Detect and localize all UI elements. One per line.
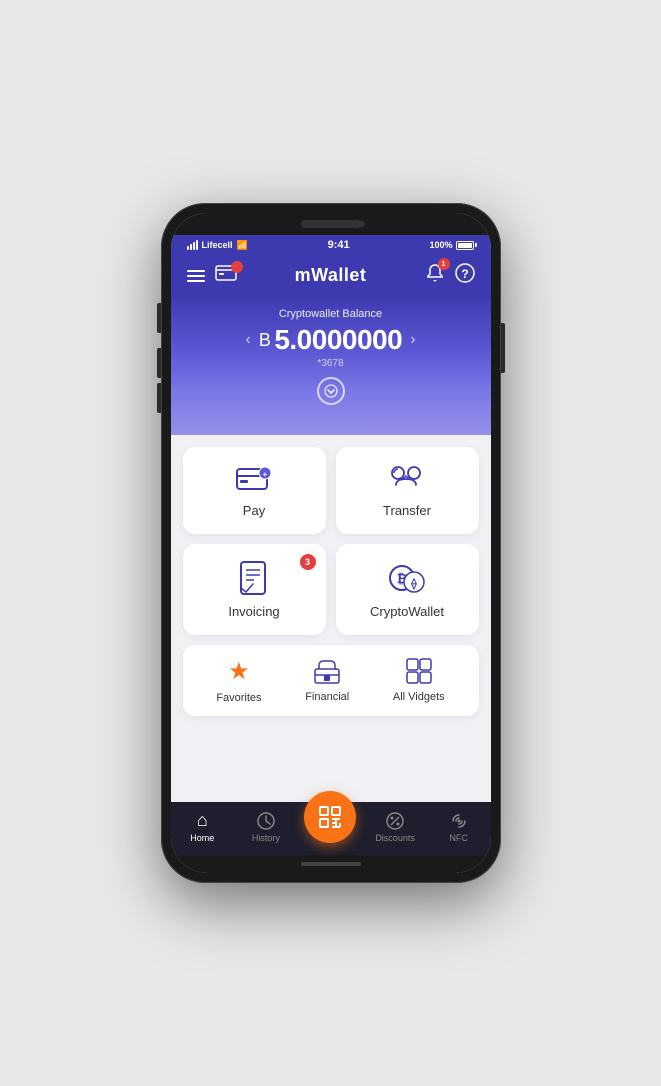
expand-button[interactable] <box>317 377 345 405</box>
expand-svg <box>324 384 338 398</box>
all-vidgets-label: All Vidgets <box>393 691 445 703</box>
app-title: mWallet <box>295 265 367 286</box>
phone-screen: Lifecell 📶 9:41 100% <box>171 213 491 873</box>
phone-notch <box>171 213 491 235</box>
invoicing-icon <box>239 560 269 596</box>
discounts-label: Discounts <box>375 833 415 843</box>
balance-currency: B <box>259 330 271 351</box>
nav-history[interactable]: History <box>241 811 291 843</box>
home-indicator <box>301 862 361 866</box>
invoicing-label: Invoicing <box>228 604 279 619</box>
wifi-icon: 📶 <box>237 240 248 251</box>
signal-bar-2 <box>190 244 192 250</box>
balance-section: Cryptowallet Balance ‹ B 5.0000000 › *36… <box>171 296 491 435</box>
favorites-icon: ★ <box>228 657 250 686</box>
nav-home[interactable]: ⌂ Home <box>177 810 227 843</box>
notification-button[interactable]: 1 <box>425 263 445 288</box>
all-vidgets-icon <box>405 657 433 685</box>
discounts-icon <box>385 811 405 831</box>
status-left: Lifecell 📶 <box>187 240 248 251</box>
cryptowallet-icon: ₿ ⟠ <box>388 560 426 596</box>
battery-icon <box>456 241 474 250</box>
hamburger-menu[interactable] <box>187 270 205 282</box>
signal-bar-3 <box>193 242 195 250</box>
hamburger-line-1 <box>187 270 205 272</box>
svg-text:?: ? <box>461 267 468 281</box>
signal-bars <box>187 240 198 250</box>
home-icon: ⌂ <box>197 810 208 831</box>
invoicing-badge: 3 <box>300 554 316 570</box>
financial-widget[interactable]: Financial <box>305 657 349 704</box>
balance-prev-arrow[interactable]: ‹ <box>245 331 250 349</box>
app-header: mWallet 1 ? <box>171 255 491 296</box>
nfc-icon <box>449 811 469 831</box>
svg-text:+: + <box>263 470 268 479</box>
header-right: 1 ? <box>425 263 475 288</box>
transfer-label: Transfer <box>383 503 431 518</box>
nav-discounts[interactable]: Discounts <box>370 811 420 843</box>
header-left <box>187 265 237 286</box>
hamburger-line-3 <box>187 280 205 282</box>
invoicing-card[interactable]: 3 Invoicing <box>183 544 326 635</box>
balance-value: 5.0000000 <box>274 324 402 356</box>
notification-badge: 1 <box>438 258 450 270</box>
battery-label: 100% <box>429 240 452 250</box>
pay-icon: + <box>235 463 273 495</box>
pay-card[interactable]: + Pay <box>183 447 326 534</box>
cryptowallet-card[interactable]: ₿ ⟠ CryptoWallet <box>336 544 479 635</box>
pay-label: Pay <box>243 503 265 518</box>
svg-text:⟠: ⟠ <box>410 577 417 591</box>
action-grid: + Pay Transfer 3 <box>183 447 479 635</box>
card-icon-button[interactable] <box>215 265 237 286</box>
nav-nfc[interactable]: NFC <box>434 811 484 843</box>
signal-bar-4 <box>196 240 198 250</box>
financial-icon <box>313 657 341 685</box>
favorites-widget[interactable]: ★ Favorites <box>216 657 261 704</box>
favorites-label: Favorites <box>216 692 261 704</box>
carrier-label: Lifecell <box>202 240 233 250</box>
balance-amount: B 5.0000000 <box>259 324 402 356</box>
phone-frame: Lifecell 📶 9:41 100% <box>161 203 501 883</box>
history-icon <box>256 811 276 831</box>
transfer-icon <box>388 463 426 495</box>
balance-nav: ‹ B 5.0000000 › <box>187 324 475 356</box>
camera-dot <box>359 221 365 227</box>
balance-account: *3678 <box>187 358 475 369</box>
status-right: 100% <box>429 240 474 250</box>
scan-button[interactable] <box>304 791 356 843</box>
home-label: Home <box>190 833 214 843</box>
signal-bar-1 <box>187 246 189 250</box>
battery-fill <box>458 243 472 248</box>
widgets-row: ★ Favorites Financial <box>183 645 479 716</box>
help-svg: ? <box>455 263 475 283</box>
financial-label: Financial <box>305 691 349 703</box>
history-label: History <box>252 833 280 843</box>
nfc-label: NFC <box>449 833 468 843</box>
status-time: 9:41 <box>328 239 350 251</box>
main-content: + Pay Transfer 3 <box>171 435 491 802</box>
status-bar: Lifecell 📶 9:41 100% <box>171 235 491 255</box>
help-button[interactable]: ? <box>455 263 475 288</box>
card-badge <box>231 261 243 273</box>
bottom-nav: ⌂ Home History <box>171 802 491 855</box>
transfer-card[interactable]: Transfer <box>336 447 479 534</box>
scan-icon <box>317 804 343 830</box>
bottom-bar <box>171 855 491 873</box>
hamburger-line-2 <box>187 275 205 277</box>
cryptowallet-label: CryptoWallet <box>370 604 444 619</box>
balance-next-arrow[interactable]: › <box>410 331 415 349</box>
balance-label: Cryptowallet Balance <box>187 308 475 320</box>
all-vidgets-widget[interactable]: All Vidgets <box>393 657 445 704</box>
